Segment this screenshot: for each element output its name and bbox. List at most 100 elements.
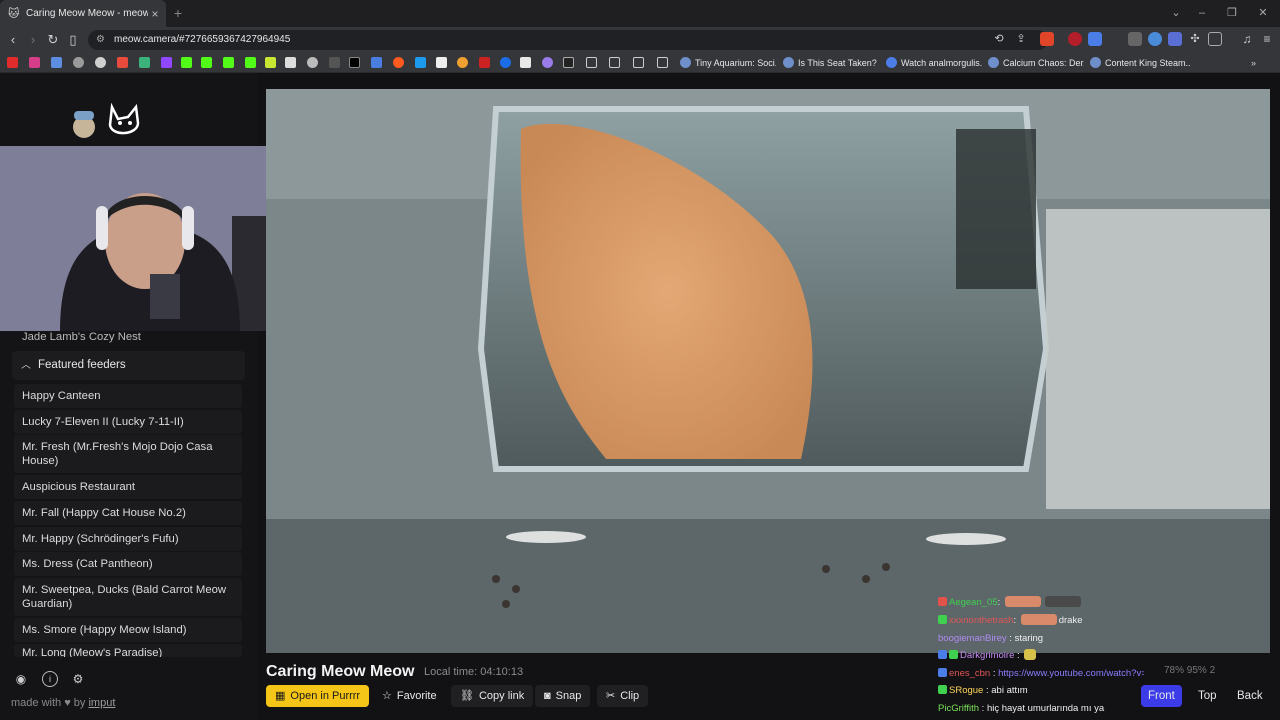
bookmark-seat-taken[interactable]: Is This Seat Taken? S... [783, 55, 879, 71]
chat-username[interactable]: boogiemanBirey [938, 633, 1007, 644]
sidebar-item-mr-happy[interactable]: Mr. Happy (Schrödinger's Fufu) [14, 527, 242, 551]
sidebar-item-mr-fall[interactable]: Mr. Fall (Happy Cat House No.2) [14, 501, 242, 525]
clip-button[interactable]: ✂ Clip [597, 685, 649, 707]
chat-username[interactable]: enes_cbn [949, 668, 990, 679]
extension-wave-icon[interactable] [1088, 32, 1102, 46]
url-input[interactable]: ⚙ meow.camera/#7276659367427964945 [88, 30, 1048, 50]
bookmark-icon[interactable] [73, 57, 84, 68]
folder-icon[interactable] [586, 57, 597, 68]
bookmark-icon[interactable] [479, 57, 490, 68]
badge-icon [938, 597, 947, 606]
reload-icon[interactable]: ↻ [45, 32, 61, 48]
history-icon[interactable]: ⟲ [992, 32, 1006, 46]
chat-username[interactable]: PicGriffith [938, 703, 979, 714]
sidebar-toggle-icon[interactable] [1208, 32, 1222, 46]
camera-video-feed[interactable] [266, 89, 1270, 653]
instagram-bookmark-icon[interactable] [29, 57, 40, 68]
sidebar-item-happy-canteen[interactable]: Happy Canteen [14, 384, 242, 408]
back-view-button[interactable]: Back [1230, 685, 1270, 707]
kick-bookmark-icon[interactable] [181, 57, 192, 68]
bookmark-icon[interactable] [542, 57, 553, 68]
bookmark-icon[interactable] [265, 57, 276, 68]
bookmark-icon[interactable] [500, 57, 511, 68]
chat-message: Aegean_05: [938, 596, 1083, 609]
forward-icon[interactable]: › [25, 32, 41, 48]
folder-icon[interactable] [609, 57, 620, 68]
new-tab-icon[interactable]: + [171, 4, 185, 22]
bookmark-icon[interactable] [51, 57, 62, 68]
bookmark-tiny-aquarium[interactable]: Tiny Aquarium: Soci... [680, 55, 776, 71]
tab-search-icon[interactable]: ⌄ [1164, 4, 1188, 22]
link-icon: ⛓ [460, 690, 474, 702]
discord-icon[interactable]: ◉ [13, 671, 29, 687]
more-bookmarks-icon[interactable]: » [1251, 55, 1263, 71]
bookmark-icon[interactable] [329, 57, 340, 68]
maximize-icon[interactable]: ❐ [1220, 4, 1244, 22]
featured-feeders-header[interactable]: ︿ Featured feeders [12, 351, 245, 380]
sidebar-item-partial[interactable]: Jade Lamb's Cozy Nest [14, 325, 242, 349]
minimize-icon[interactable]: – [1190, 4, 1214, 22]
bookmark-icon[interactable] [520, 57, 531, 68]
sidebar-item-auspicious-restaurant[interactable]: Auspicious Restaurant [14, 475, 242, 499]
chat-username[interactable]: xxxnonthetrash [949, 615, 1013, 626]
close-tab-icon[interactable]: × [148, 7, 162, 21]
folder-icon[interactable] [657, 57, 668, 68]
ublock-icon[interactable] [1068, 32, 1082, 46]
chat-username[interactable]: Darkgrimoire [960, 650, 1014, 661]
sidebar-item-mr-fresh[interactable]: Mr. Fresh (Mr.Fresh's Mojo Dojo Casa Hou… [14, 435, 242, 473]
bookmark-icon[interactable] [563, 57, 574, 68]
bookmark-icon[interactable] [371, 57, 382, 68]
bookmark-icon[interactable] [95, 57, 106, 68]
kick-bookmark-icon[interactable] [223, 57, 234, 68]
sidebar-item-lucky-7-eleven[interactable]: Lucky 7-Eleven II (Lucky 7-11-II) [14, 410, 242, 434]
browser-tab[interactable]: 🐱 Caring Meow Meow - meow.can × [0, 0, 166, 27]
bookmark-icon[interactable]: ▯ [65, 32, 81, 48]
close-window-icon[interactable]: ✕ [1251, 4, 1275, 22]
chat-username[interactable]: SRogue [949, 685, 983, 696]
bookmark-content-king[interactable]: Content King Steam... [1090, 55, 1190, 71]
menu-icon[interactable]: ≡ [1260, 32, 1274, 46]
info-icon[interactable]: i [42, 671, 58, 687]
favorite-button[interactable]: ☆ Favorite [373, 685, 446, 707]
twitch-bookmark-icon[interactable] [161, 57, 172, 68]
bookmark-calcium-chaos[interactable]: Calcium Chaos: Der... [988, 55, 1084, 71]
sidebar-item-ms-smore[interactable]: Ms. Smore (Happy Meow Island) [14, 618, 242, 642]
kick-bookmark-icon[interactable] [245, 57, 256, 68]
extension-icon[interactable] [1148, 32, 1162, 46]
folder-icon[interactable] [633, 57, 644, 68]
copy-link-button[interactable]: ⛓ Copy link [451, 685, 534, 707]
imput-link[interactable]: imput [88, 697, 115, 709]
chat-link[interactable]: https://www.youtube.com/watch?v=7G4nFln6… [998, 668, 1144, 679]
sidebar-item-ms-dress[interactable]: Ms. Dress (Cat Pantheon) [14, 552, 242, 576]
share-icon[interactable]: ⇪ [1014, 32, 1028, 46]
top-view-button[interactable]: Top [1191, 685, 1224, 707]
reddit-bookmark-icon[interactable] [393, 57, 404, 68]
brave-shield-icon[interactable] [1040, 32, 1054, 46]
open-in-purrrr-button[interactable]: ▦ Open in Purrrr [266, 685, 370, 707]
meow-camera-page: Jade Lamb's Cozy Nest ︿ Featured feeders… [0, 73, 1280, 720]
sidebar-item-mr-sweetpea[interactable]: Mr. Sweetpea, Ducks (Bald Carrot Meow Gu… [14, 578, 242, 616]
drive-bookmark-icon[interactable] [139, 57, 150, 68]
settings-gear-icon[interactable]: ⚙ [70, 671, 86, 687]
anchor-bookmark-icon[interactable] [285, 57, 296, 68]
bookmark-watch[interactable]: Watch analmorgulis... [886, 55, 982, 71]
sidebar-item-label: Mr. Fall (Happy Cat House No.2) [22, 507, 186, 519]
front-view-button[interactable]: Front [1141, 685, 1182, 707]
bookmark-icon[interactable] [436, 57, 447, 68]
x-bookmark-icon[interactable] [349, 57, 360, 68]
site-info-icon[interactable]: ⚙ [96, 30, 105, 50]
gmail-bookmark-icon[interactable] [117, 57, 128, 68]
bookmark-icon[interactable] [457, 57, 468, 68]
bookmark-icon[interactable] [415, 57, 426, 68]
snap-button[interactable]: ◙ Snap [535, 685, 591, 707]
chat-username[interactable]: Aegean_05 [949, 597, 998, 608]
kick-bookmark-icon[interactable] [201, 57, 212, 68]
sidebar-item-label: Ms. Smore (Happy Meow Island) [22, 624, 187, 636]
youtube-bookmark-icon[interactable] [7, 57, 18, 68]
music-icon[interactable]: ♫ [1240, 32, 1254, 46]
puzzle-icon[interactable]: ✣ [1188, 32, 1202, 46]
extension-icon[interactable] [1128, 32, 1142, 46]
extension-icon[interactable] [1168, 32, 1182, 46]
back-icon[interactable]: ‹ [5, 32, 21, 48]
bookmark-icon[interactable] [307, 57, 318, 68]
